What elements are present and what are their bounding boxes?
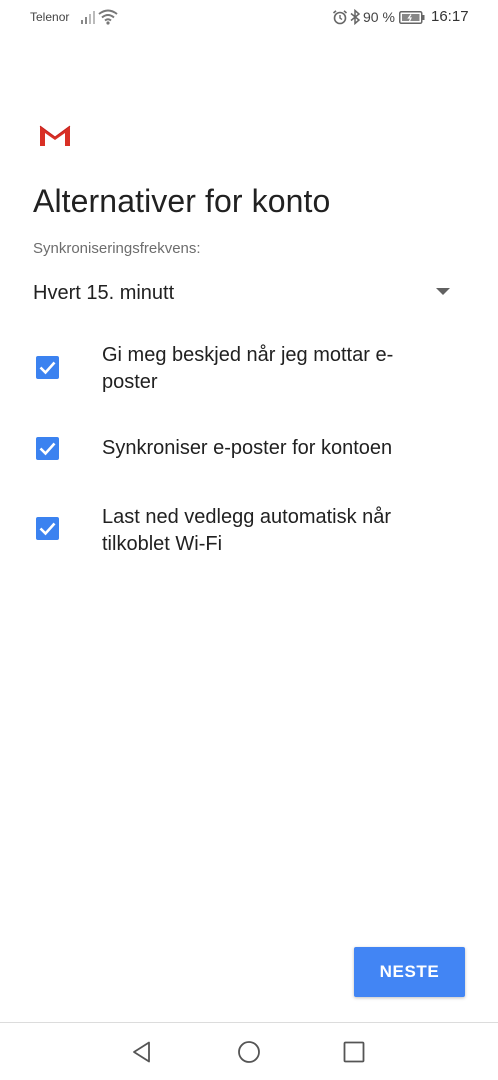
download-attachments-label: Last ned vedlegg automatisk når tilkoble… <box>102 506 392 555</box>
checkmark-icon <box>39 522 56 536</box>
option-sync[interactable]: Synkroniser e-poster for kontoen <box>0 434 498 464</box>
battery-icon <box>399 11 425 24</box>
gmail-logo <box>38 124 72 146</box>
bluetooth-icon <box>350 9 361 25</box>
sync-checkbox[interactable] <box>36 437 59 460</box>
back-icon[interactable] <box>130 1040 154 1064</box>
notify-label: Gi meg beskjed når jeg mottar e-poster <box>102 344 394 393</box>
status-bar: Telenor 90 % 16:17 <box>0 0 498 36</box>
checkmark-icon <box>39 442 56 456</box>
notify-checkbox[interactable] <box>36 356 59 379</box>
sync-frequency-label: Synkroniseringsfrekvens: <box>33 240 201 257</box>
checkmark-icon <box>39 361 56 375</box>
option-notify[interactable]: Gi meg beskjed når jeg mottar e-poster <box>0 342 498 398</box>
dropdown-arrow-icon <box>436 288 450 295</box>
download-attachments-checkbox[interactable] <box>36 517 59 540</box>
home-icon[interactable] <box>237 1040 261 1064</box>
sync-frequency-value: Hvert 15. minutt <box>33 282 175 304</box>
clock: 16:17 <box>431 8 469 25</box>
option-download-attachments[interactable]: Last ned vedlegg automatisk når tilkoble… <box>0 504 498 560</box>
signal-icon <box>81 11 95 24</box>
recent-apps-icon[interactable] <box>343 1041 365 1063</box>
navigation-bar <box>0 1022 498 1080</box>
carrier-name: Telenor <box>30 10 70 24</box>
page-title: Alternativer for konto <box>33 183 331 219</box>
wifi-icon <box>98 9 118 25</box>
battery-percent: 90 % <box>363 9 395 25</box>
next-button[interactable]: NESTE <box>354 947 465 997</box>
sync-frequency-dropdown[interactable]: Hvert 15. minutt <box>33 276 458 312</box>
screen: Telenor 90 % 16:17 Alternativer for kont… <box>0 0 498 1080</box>
alarm-icon <box>332 10 348 25</box>
sync-label: Synkroniser e-poster for kontoen <box>102 437 393 459</box>
